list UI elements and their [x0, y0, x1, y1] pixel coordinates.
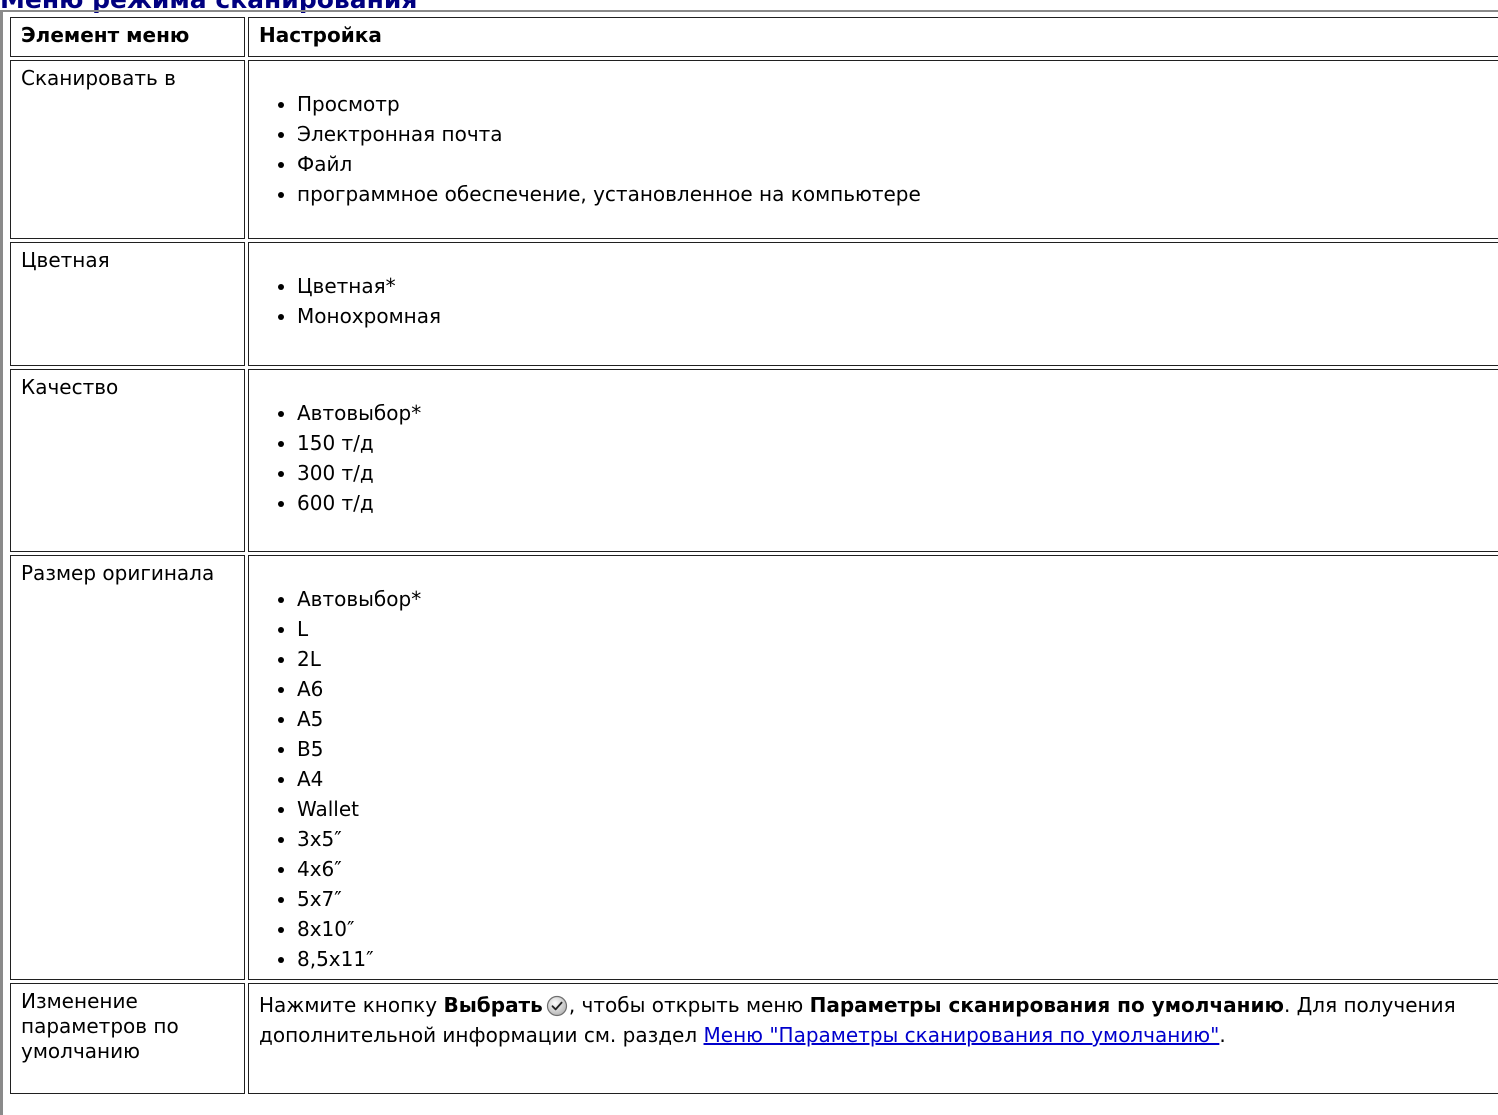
list-item: 2L	[278, 644, 1498, 674]
options-list: Цветная* Монохромная	[259, 271, 1498, 331]
settings-cell: Автовыбор* 150 т/д 300 т/д 600 т/д	[248, 369, 1498, 552]
list-item: 5x7″	[278, 884, 1498, 914]
defaults-description: Нажмите кнопку Выбрать , чтобы открыть ме…	[259, 984, 1498, 1050]
menu-item-cell: Сканировать в	[10, 60, 245, 239]
description-text: .	[1219, 1023, 1226, 1047]
list-item: 8,5x11″	[278, 944, 1498, 974]
settings-cell: Просмотр Электронная почта Файл программное…	[248, 60, 1498, 239]
options-list: Автовыбор* L 2L A6 A5 B5 A4 Wallet 3x5″ 4x6″ 5x7″ 8…	[259, 584, 1498, 974]
menu-item-cell: Качество	[10, 369, 245, 552]
header-item: Элемент меню	[10, 17, 245, 57]
list-item: 600 т/д	[278, 488, 1498, 518]
scan-defaults-menu-link[interactable]: Меню "Параметры сканирования по умолчани…	[704, 1023, 1220, 1047]
menu-item-cell: Цветная	[10, 242, 245, 366]
document-frame: Элемент меню Настройка Сканировать в Про…	[0, 10, 1498, 1115]
list-item: Wallet	[278, 794, 1498, 824]
list-item: 300 т/д	[278, 458, 1498, 488]
settings-cell: Автовыбор* L 2L A6 A5 B5 A4 Wallet 3x5″ 4x6″ 5x7″ 8…	[248, 555, 1498, 980]
table-row: Изменение параметров по умолчанию Нажмит…	[10, 983, 1498, 1094]
menu-item-cell: Размер оригинала	[10, 555, 245, 980]
list-item: A6	[278, 674, 1498, 704]
header-setting: Настройка	[248, 17, 1498, 57]
table-header-row: Элемент меню Настройка	[10, 17, 1498, 57]
list-item: Просмотр	[278, 89, 1498, 119]
list-item: 4x6″	[278, 854, 1498, 884]
list-item: программное обеспечение, установленное н…	[278, 179, 1498, 209]
settings-cell: Нажмите кнопку Выбрать , чтобы открыть ме…	[248, 983, 1498, 1094]
list-item: 8x10″	[278, 914, 1498, 944]
list-item: 150 т/д	[278, 428, 1498, 458]
list-item: A4	[278, 764, 1498, 794]
list-item: Автовыбор*	[278, 584, 1498, 614]
table-row: Сканировать в Просмотр Электронная почта Ф…	[10, 60, 1498, 239]
table-row: Качество Автовыбор* 150 т/д 300 т/д 600 т/д	[10, 369, 1498, 552]
options-list: Просмотр Электронная почта Файл программное…	[259, 89, 1498, 209]
menu-name: Параметры сканирования по умолчанию	[809, 993, 1284, 1017]
checkmark-circle-icon	[546, 995, 568, 1017]
list-item: A5	[278, 704, 1498, 734]
scan-menu-table: Элемент меню Настройка Сканировать в Про…	[7, 14, 1498, 1097]
list-item: Монохромная	[278, 301, 1498, 331]
list-item: Электронная почта	[278, 119, 1498, 149]
list-item: Цветная*	[278, 271, 1498, 301]
list-item: Автовыбор*	[278, 398, 1498, 428]
table-row: Цветная Цветная* Монохромная	[10, 242, 1498, 366]
options-list: Автовыбор* 150 т/д 300 т/д 600 т/д	[259, 398, 1498, 518]
list-item: B5	[278, 734, 1498, 764]
table-row: Размер оригинала Автовыбор* L 2L A6 A5 B5 A4 Wa…	[10, 555, 1498, 980]
description-text: , чтобы открыть меню	[568, 993, 810, 1017]
menu-item-cell: Изменение параметров по умолчанию	[10, 983, 245, 1094]
settings-cell: Цветная* Монохромная	[248, 242, 1498, 366]
list-item: 3x5″	[278, 824, 1498, 854]
description-text: Нажмите кнопку	[259, 993, 444, 1017]
select-button-label: Выбрать	[443, 993, 543, 1017]
list-item: L	[278, 614, 1498, 644]
list-item: Файл	[278, 149, 1498, 179]
